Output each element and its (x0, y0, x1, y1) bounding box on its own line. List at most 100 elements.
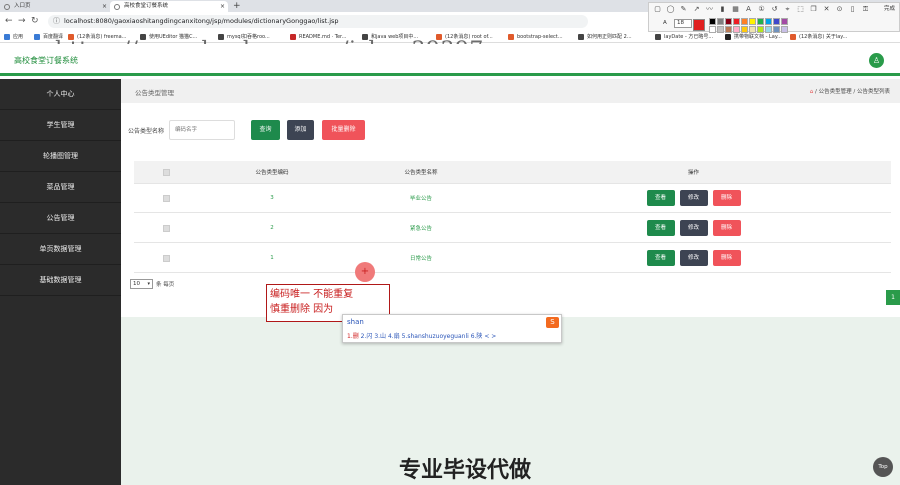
color-swatch[interactable] (717, 26, 724, 33)
bookmark-item[interactable]: bootstrap-select... (508, 33, 563, 41)
bookmark-item[interactable]: 如何用正则匹配 2... (578, 33, 632, 41)
sidebar-item-students[interactable]: 学生管理 (0, 110, 121, 141)
color-swatch[interactable] (757, 26, 764, 33)
user-avatar-icon[interactable]: ♙ (869, 53, 884, 68)
pen-tool-icon[interactable]: ✎ (679, 5, 688, 14)
query-button[interactable]: 查询 (251, 120, 280, 140)
color-swatch[interactable] (725, 26, 732, 33)
color-swatch[interactable] (733, 26, 740, 33)
page-size-select[interactable]: 10 ▾ (130, 279, 153, 289)
edit-button[interactable]: 修改 (679, 250, 708, 266)
header-actions: 操作 (687, 170, 699, 176)
done-button[interactable]: 完成 (884, 5, 895, 14)
mosaic-tool-icon[interactable]: ▦ (731, 5, 740, 14)
bookmark-favicon-icon (725, 34, 731, 40)
batch-delete-button[interactable]: 批量删除 (322, 120, 365, 140)
arrow-tool-icon[interactable]: ↗ (692, 5, 701, 14)
edit-button[interactable]: 修改 (679, 220, 708, 236)
color-swatch[interactable] (741, 26, 748, 33)
color-swatch[interactable] (725, 18, 732, 25)
sidebar-item-announcements[interactable]: 公告管理 (0, 203, 121, 234)
view-button[interactable]: 查看 (646, 250, 675, 266)
reload-icon[interactable]: ↻ (31, 15, 39, 27)
page-button-current[interactable]: 1 (886, 290, 900, 305)
breadcrumb-separator: / (815, 89, 817, 95)
ime-candidate[interactable]: 4.扇 (388, 333, 400, 340)
delete-button[interactable]: 删除 (712, 250, 741, 266)
color-swatch[interactable] (781, 26, 788, 33)
bookmark-item[interactable]: layDate - 方已略号... (655, 33, 713, 41)
bookmark-item[interactable]: (12条消息) 关于lay... (790, 33, 847, 41)
select-all-checkbox[interactable] (162, 168, 170, 176)
copy-icon[interactable]: ❐ (809, 5, 818, 14)
color-swatch[interactable] (757, 18, 764, 25)
address-bar[interactable]: ⓘ localhost:8080/gaoxiaoshitangdingcanxi… (48, 15, 588, 28)
marker-tool-icon[interactable]: ▮ (718, 5, 727, 14)
pin-icon[interactable]: ⌖ (783, 5, 792, 14)
color-swatch[interactable] (709, 18, 716, 25)
phone-icon[interactable]: ▯ (848, 5, 857, 14)
add-button[interactable]: 添加 (287, 120, 314, 140)
close-icon[interactable]: × (102, 1, 107, 12)
color-swatch[interactable] (749, 26, 756, 33)
save-icon[interactable]: ⬚ (796, 5, 805, 14)
view-button[interactable]: 查看 (646, 190, 675, 206)
text-tool-icon[interactable]: A (744, 5, 753, 14)
search-input[interactable] (169, 120, 235, 140)
bookmark-item[interactable]: 应用 (4, 33, 23, 41)
ime-candidate[interactable]: 3.山 (374, 333, 386, 340)
page-size-value: 10 (133, 281, 140, 287)
sidebar-item-single-page[interactable]: 单页数据管理 (0, 234, 121, 265)
close-icon[interactable]: ✕ (822, 5, 831, 14)
color-swatch[interactable] (741, 18, 748, 25)
delete-button[interactable]: 删除 (712, 220, 741, 236)
view-button[interactable]: 查看 (646, 220, 675, 236)
ellipse-tool-icon[interactable]: ◯ (666, 5, 675, 14)
delete-button[interactable]: 删除 (712, 190, 741, 206)
undo-icon[interactable]: ↺ (770, 5, 779, 14)
color-swatch[interactable] (749, 18, 756, 25)
color-swatch[interactable] (773, 18, 780, 25)
ime-candidate[interactable]: 1.删 (347, 333, 359, 340)
row-checkbox[interactable] (162, 194, 170, 202)
rectangle-tool-icon[interactable]: ▢ (653, 5, 662, 14)
current-color-swatch[interactable] (693, 19, 705, 31)
color-swatch[interactable] (733, 18, 740, 25)
breadcrumb: ⌂ / 公告类型管理 / 公告类型列表 (810, 87, 890, 95)
page-title: 公告类型管理 (135, 89, 174, 97)
close-icon[interactable]: × (220, 1, 225, 12)
pin-to-screen-icon[interactable]: ⊙ (835, 5, 844, 14)
forward-arrow-icon[interactable]: → (18, 15, 26, 27)
back-to-top-button[interactable]: Top (873, 457, 893, 477)
home-icon[interactable]: ⌂ (810, 89, 814, 95)
browser-tab-active[interactable]: 高校食堂订餐系统 × (110, 1, 228, 12)
brush-tool-icon[interactable]: 〰 (705, 5, 714, 14)
bookmark-label: (12条消息) 关于lay... (799, 34, 848, 40)
sidebar-item-basic-data[interactable]: 基础数据管理 (0, 265, 121, 296)
sidebar-item-carousel[interactable]: 轮播图管理 (0, 141, 121, 172)
color-swatch[interactable] (773, 26, 780, 33)
search-label: 公告类型名称 (128, 128, 165, 135)
color-swatch[interactable] (765, 26, 772, 33)
row-checkbox[interactable] (162, 254, 170, 262)
row-checkbox[interactable] (162, 224, 170, 232)
back-arrow-icon[interactable]: ← (5, 15, 13, 27)
bookmark-item[interactable]: 携带物联文档 - Lay... (725, 33, 782, 41)
color-swatch[interactable] (717, 18, 724, 25)
color-swatch[interactable] (781, 18, 788, 25)
ime-candidate[interactable]: 5.shanshuzuoyeguanli (402, 333, 469, 340)
ime-candidate[interactable]: 6.陕 (471, 333, 483, 340)
ime-candidate[interactable]: 2.闪 (361, 333, 373, 340)
color-swatch[interactable] (765, 18, 772, 25)
number-tool-icon[interactable]: ① (757, 5, 766, 14)
breadcrumb-level1[interactable]: 公告类型管理 (819, 89, 852, 95)
edit-button[interactable]: 修改 (679, 190, 708, 206)
color-swatch[interactable] (709, 26, 716, 33)
ime-page-nav[interactable]: < > (484, 333, 496, 340)
lock-icon[interactable]: ⚿ (861, 5, 870, 14)
sidebar-item-personal-center[interactable]: 个人中心 (0, 79, 121, 110)
browser-tab-entry[interactable]: 入口页 × (0, 1, 110, 12)
new-tab-icon[interactable]: + (233, 0, 241, 12)
size-select[interactable]: 18 (674, 19, 692, 28)
sidebar-item-dishes[interactable]: 菜品管理 (0, 172, 121, 203)
